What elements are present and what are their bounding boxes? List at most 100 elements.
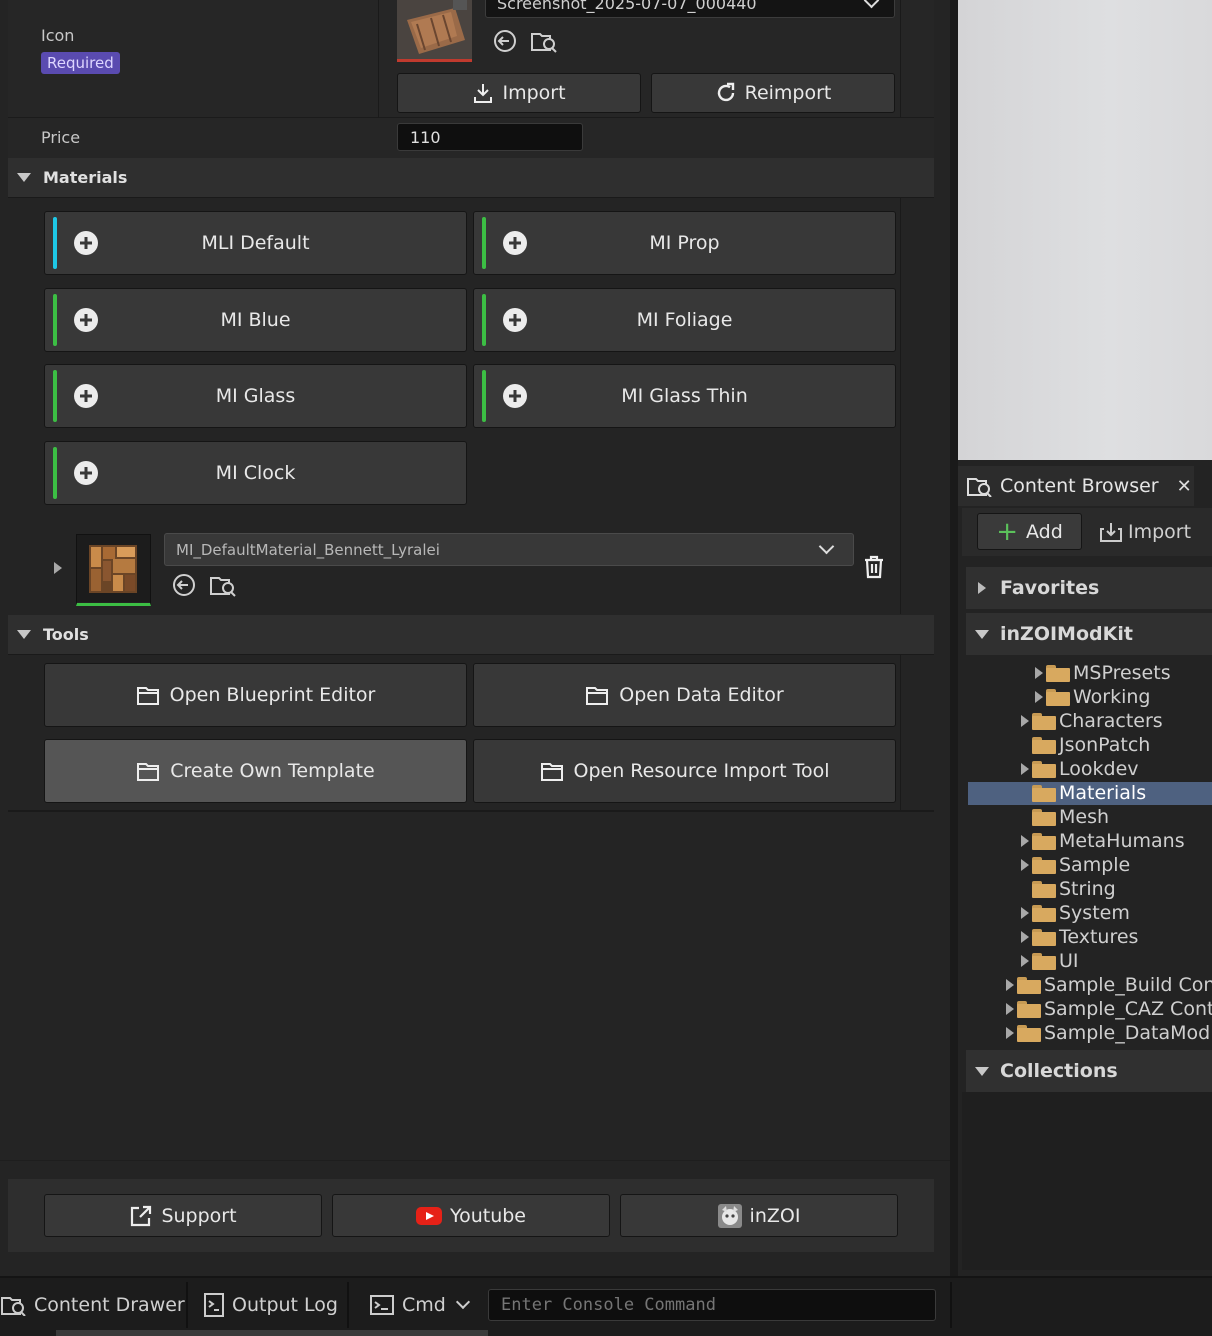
chevron-down-icon [818,538,835,555]
folder-item-sample[interactable]: Sample [1018,853,1130,877]
required-badge: Required [41,52,120,74]
favorites-header[interactable]: Favorites [966,567,1212,609]
expand-arrow-icon [1006,1003,1014,1015]
materials-divider [900,198,901,614]
plugin-item-sample-build[interactable]: Sample_Build Cont [1003,973,1212,997]
refresh-icon [717,82,734,102]
folder-icon [1046,688,1070,706]
folder-item-mesh[interactable]: Mesh [1018,805,1109,829]
material-asset-dropdown[interactable]: MI_DefaultMaterial_Bennett_Lyralei [164,533,854,566]
material-button-mi-prop[interactable]: MI Prop [473,211,896,275]
material-button-mli-default[interactable]: MLI Default [44,211,467,275]
youtube-button[interactable]: Youtube [332,1194,610,1237]
status-scroll-indicator [56,1330,488,1336]
material-label: MI Foliage [636,309,733,331]
folder-item-system[interactable]: System [1018,901,1130,925]
plugin-folder-icon [1017,976,1041,994]
folder-open-icon [586,687,609,705]
output-log-button[interactable]: Output Log [204,1282,338,1328]
chevron-down-icon [455,1294,470,1310]
folder-item-ui[interactable]: UI [1018,949,1079,973]
viewport-panel[interactable] [958,0,1212,460]
material-button-mi-blue[interactable]: MI Blue [44,288,467,352]
open-data-editor-button[interactable]: Open Data Editor [473,663,896,727]
open-resource-import-tool-button[interactable]: Open Resource Import Tool [473,739,896,803]
folder-item-string[interactable]: String [1018,877,1116,901]
content-import-button[interactable]: Import [1098,513,1212,550]
plugin-item-sample-caz[interactable]: Sample_CAZ Conte [1003,997,1212,1021]
folder-item-mspresets[interactable]: MSPresets [1032,661,1171,685]
folder-icon [1032,880,1056,898]
external-link-icon [131,1205,152,1226]
folder-open-icon [540,763,563,781]
folder-open-icon [137,763,160,781]
price-input[interactable]: 110 [397,123,583,151]
use-selected-asset-icon[interactable] [171,572,197,598]
collections-area [962,1092,1212,1270]
material-label: MLI Default [201,232,310,254]
collections-header[interactable]: Collections [966,1050,1212,1092]
folder-item-jsonpatch[interactable]: JsonPatch [1018,733,1150,757]
folder-icon [1032,904,1056,922]
use-selected-asset-icon[interactable] [492,28,518,54]
collections-label: Collections [1000,1060,1118,1082]
folder-item-textures[interactable]: Textures [1018,925,1138,949]
material-accent-bar [482,294,486,346]
materials-section-header[interactable]: Materials [8,158,934,198]
expand-arrow-icon [1021,955,1029,967]
add-circle-icon [503,384,527,408]
icon-thumbnail[interactable] [397,0,472,62]
folder-item-characters[interactable]: Characters [1018,709,1163,733]
thumbnail-image [397,0,472,59]
content-drawer-label: Content Drawer [34,1294,185,1316]
tools-section-header[interactable]: Tools [8,615,934,655]
material-button-mi-foliage[interactable]: MI Foliage [473,288,896,352]
browse-to-asset-icon[interactable] [530,28,558,54]
console-command-input[interactable] [488,1289,936,1321]
folder-open-icon [1032,784,1056,802]
folder-item-lookdev[interactable]: Lookdev [1018,757,1139,781]
open-data-editor-label: Open Data Editor [619,684,784,706]
expand-arrow-icon [1021,715,1029,727]
content-browser-tab[interactable]: Content Browser ✕ [958,466,1194,506]
icon-asset-dropdown[interactable]: Screenshot_2025-07-07_000440 [485,0,895,18]
tools-bottom-border [8,810,934,812]
content-browser-title: Content Browser [1000,475,1159,497]
folder-icon [1046,664,1070,682]
panel-splitter[interactable] [950,0,958,1276]
material-thumbnail[interactable] [76,534,151,606]
folder-item-materials[interactable]: Materials [1018,781,1146,805]
price-value: 110 [410,127,441,147]
material-button-mi-clock[interactable]: MI Clock [44,441,467,505]
import-button[interactable]: Import [397,73,641,113]
inzoi-button[interactable]: inZOI [620,1194,898,1237]
expand-arrow-icon [1021,835,1029,847]
close-icon[interactable]: ✕ [1177,476,1192,497]
expand-arrow-icon[interactable] [54,562,62,574]
tools-divider [900,655,901,811]
material-label: MI Prop [649,232,720,254]
add-button[interactable]: + Add [977,513,1082,550]
folder-item-working[interactable]: Working [1032,685,1151,709]
inzoimodkit-header[interactable]: inZOIModKit [966,613,1212,655]
plugin-item-sample-datamod[interactable]: Sample_DataMod [1003,1021,1210,1045]
support-button[interactable]: Support [44,1194,322,1237]
folder-open-icon [136,687,159,705]
create-own-template-button[interactable]: Create Own Template [44,739,467,803]
delete-icon[interactable] [862,554,886,580]
support-label: Support [161,1204,237,1227]
status-separator [347,1282,349,1328]
material-button-mi-glass[interactable]: MI Glass [44,364,467,428]
folder-icon [1032,832,1056,850]
material-accent-bar [53,370,57,422]
chevron-down-icon [863,0,880,8]
reimport-button[interactable]: Reimport [651,73,895,113]
content-drawer-button[interactable]: Content Drawer [0,1282,185,1328]
cmd-dropdown[interactable]: Cmd [370,1282,470,1328]
open-blueprint-editor-button[interactable]: Open Blueprint Editor [44,663,467,727]
youtube-icon [416,1206,442,1225]
browse-to-asset-icon[interactable] [209,572,237,598]
expand-arrow-icon [1035,691,1043,703]
folder-item-metahumans[interactable]: MetaHumans [1018,829,1185,853]
material-button-mi-glass-thin[interactable]: MI Glass Thin [473,364,896,428]
